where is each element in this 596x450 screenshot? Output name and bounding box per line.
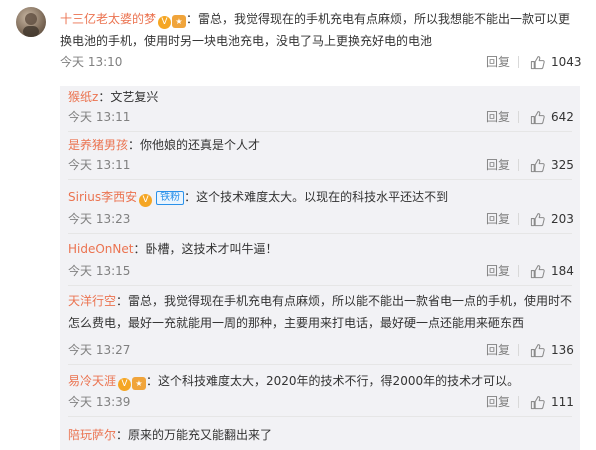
reply-divider bbox=[68, 179, 572, 180]
reply-body: ：你他娘的还真是个人才 bbox=[128, 138, 261, 152]
reply-time: 今天 13:23 bbox=[68, 212, 131, 226]
like-count: 1043 bbox=[551, 55, 582, 69]
thumbs-up-icon bbox=[530, 158, 545, 172]
like-count: 642 bbox=[551, 110, 574, 124]
like-button[interactable]: 184 bbox=[530, 261, 574, 281]
reply-author[interactable]: 陪玩萨尔 bbox=[68, 428, 116, 442]
comment-thread: 十三亿老太婆的梦 V ★ ：雷总，我觉得现在的手机充电有点麻烦，所以我想能不能出一款可… bbox=[0, 0, 596, 450]
reply-button[interactable]: 回复 bbox=[486, 107, 510, 127]
reply-button[interactable]: 回复 bbox=[486, 209, 510, 229]
replies-panel: 猴纸z：文艺复兴 今天 13:11 回复 642 是养猪男孩：你他娘的还真是个人… bbox=[60, 86, 580, 450]
comment-time: 今天 13:10 bbox=[60, 55, 123, 69]
reply-text: 易冷天涯 V ★ ：这个科技难度太大，2020年的技术不行，得2000年的技术才可以。 bbox=[68, 370, 576, 392]
divider bbox=[518, 344, 519, 356]
thumbs-up-icon bbox=[530, 395, 545, 409]
level-badge-icon: ★ bbox=[132, 377, 147, 390]
divider bbox=[518, 56, 519, 68]
reply-author[interactable]: HideOnNet bbox=[68, 242, 133, 256]
reply-meta: 今天 13:11 回复 325 bbox=[68, 155, 580, 175]
reply-author[interactable]: Sirius李西安 bbox=[68, 190, 137, 204]
reply-time: 今天 13:27 bbox=[68, 343, 131, 357]
reply-body: ：卧槽，这技术才叫牛逼！ bbox=[133, 242, 278, 256]
like-button[interactable]: 642 bbox=[530, 107, 574, 127]
reply-time: 今天 13:11 bbox=[68, 110, 131, 124]
main-comment-meta: 今天 13:10 回复 1043 bbox=[60, 52, 582, 72]
reply-divider bbox=[68, 285, 572, 286]
thumbs-up-icon bbox=[530, 55, 545, 69]
thumbs-up-icon bbox=[530, 264, 545, 278]
like-button[interactable]: 111 bbox=[530, 392, 574, 412]
reply-time: 今天 13:39 bbox=[68, 395, 131, 409]
reply-author[interactable]: 易冷天涯 bbox=[68, 374, 116, 388]
reply-divider bbox=[68, 131, 572, 132]
like-button[interactable]: 203 bbox=[530, 209, 574, 229]
like-count: 111 bbox=[551, 395, 574, 409]
reply-body: ：这个科技难度太大，2020年的技术不行，得2000年的技术才可以。 bbox=[146, 374, 520, 388]
like-button[interactable]: 136 bbox=[530, 340, 574, 360]
reply-meta: 今天 13:15 回复 184 bbox=[68, 261, 580, 281]
reply-meta: 今天 13:11 回复 642 bbox=[68, 107, 580, 127]
divider bbox=[518, 159, 519, 171]
reply-button[interactable]: 回复 bbox=[486, 340, 510, 360]
divider bbox=[518, 265, 519, 277]
thumbs-up-icon bbox=[530, 343, 545, 357]
reply-text: HideOnNet：卧槽，这技术才叫牛逼！ bbox=[68, 238, 576, 260]
v-badge-icon: V bbox=[139, 194, 153, 207]
reply-text: 天洋行空：雷总，我觉得现在手机充电有点麻烦，所以能不能出一款省电一点的手机，使用… bbox=[68, 290, 576, 334]
like-count: 136 bbox=[551, 343, 574, 357]
like-count: 203 bbox=[551, 212, 574, 226]
level-badge-icon: ★ bbox=[172, 15, 187, 28]
avatar-image bbox=[23, 13, 39, 37]
reply-body: ：原来的万能充又能翻出来了 bbox=[116, 428, 273, 442]
reply-text: 猴纸z：文艺复兴 bbox=[68, 86, 576, 108]
v-badge-icon: V bbox=[158, 16, 172, 29]
reply-time: 今天 13:15 bbox=[68, 264, 131, 278]
like-count: 184 bbox=[551, 264, 574, 278]
reply-button[interactable]: 回复 bbox=[486, 155, 510, 175]
v-badge-icon: V bbox=[118, 378, 132, 391]
reply-meta: 今天 13:39 回复 111 bbox=[68, 392, 580, 412]
like-button[interactable]: 1043 bbox=[530, 52, 582, 72]
reply-divider bbox=[68, 233, 572, 234]
reply-author[interactable]: 天洋行空 bbox=[68, 294, 116, 308]
reply-button[interactable]: 回复 bbox=[486, 392, 510, 412]
avatar[interactable] bbox=[16, 7, 46, 37]
reply-time: 今天 13:11 bbox=[68, 158, 131, 172]
reply-text: 是养猪男孩：你他娘的还真是个人才 bbox=[68, 134, 576, 156]
like-count: 325 bbox=[551, 158, 574, 172]
divider bbox=[518, 111, 519, 123]
reply-button[interactable]: 回复 bbox=[486, 261, 510, 281]
thumbs-up-icon bbox=[530, 110, 545, 124]
reply-text: Sirius李西安 V 铁粉 ：这个技术难度太大。以现在的科技水平还达不到 bbox=[68, 186, 576, 208]
like-button[interactable]: 325 bbox=[530, 155, 574, 175]
reply-meta: 今天 13:27 回复 136 bbox=[68, 340, 580, 360]
reply-author[interactable]: 是养猪男孩 bbox=[68, 138, 128, 152]
divider bbox=[518, 213, 519, 225]
reply-text: 陪玩萨尔：原来的万能充又能翻出来了 bbox=[68, 424, 576, 446]
reply-button[interactable]: 回复 bbox=[486, 52, 510, 72]
main-comment-author[interactable]: 十三亿老太婆的梦 bbox=[60, 12, 156, 26]
reply-body: ：这个技术难度太大。以现在的科技水平还达不到 bbox=[184, 190, 449, 204]
scrollbar[interactable] bbox=[582, 0, 596, 450]
reply-author[interactable]: 猴纸z bbox=[68, 90, 98, 104]
main-comment-text: 十三亿老太婆的梦 V ★ ：雷总，我觉得现在的手机充电有点麻烦，所以我想能不能出一款可… bbox=[60, 8, 580, 52]
fan-badge[interactable]: 铁粉 bbox=[156, 191, 185, 205]
reply-body: ：雷总，我觉得现在手机充电有点麻烦，所以能不能出一款省电一点的手机，使用时不怎么… bbox=[68, 294, 573, 330]
reply-divider bbox=[68, 416, 572, 417]
reply-divider bbox=[68, 364, 572, 365]
reply-body: ：文艺复兴 bbox=[98, 90, 159, 104]
reply-meta: 今天 13:23 回复 203 bbox=[68, 209, 580, 229]
thumbs-up-icon bbox=[530, 212, 545, 226]
divider bbox=[518, 396, 519, 408]
